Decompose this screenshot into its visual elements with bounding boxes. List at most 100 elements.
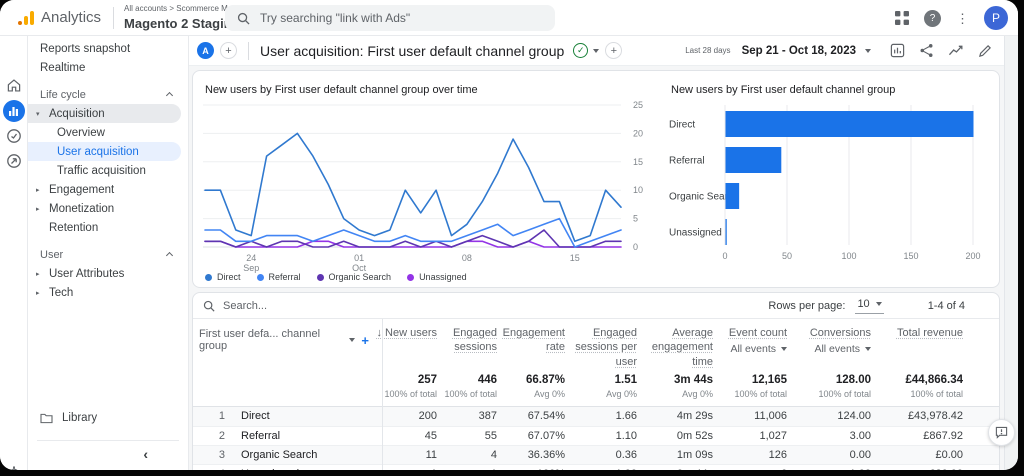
sidebar-item-user-attributes[interactable]: ▸User Attributes	[28, 264, 188, 283]
sort-column-total-revenue[interactable]: Total revenue	[897, 326, 963, 340]
table-row: 4Unassigned11100%1.000m 44s61.00£20.00	[193, 464, 999, 470]
cell-engagement-rate: 36.36%	[497, 449, 565, 461]
legend-item-unassigned: Unassigned	[407, 272, 467, 282]
segment-chip-all-users[interactable]: A	[197, 42, 214, 59]
edit-pencil-icon[interactable]	[978, 44, 992, 58]
date-range-preset-label: Last 28 days	[685, 46, 730, 55]
chevron-collapsed-icon: ▸	[36, 289, 49, 297]
column-header-average-engagement-time: Average engagement time	[637, 326, 713, 369]
sort-column-engaged-sessions[interactable]: Engaged sessions	[437, 326, 497, 355]
rows-per-page-select[interactable]: 10	[855, 297, 883, 314]
chevron-down-icon[interactable]	[593, 49, 599, 53]
sidebar-item-overview[interactable]: Overview	[28, 123, 188, 142]
totals-cell-engaged-sessions: 446100% of total	[437, 374, 497, 399]
divider	[37, 440, 179, 441]
date-range-value[interactable]: Sep 21 - Oct 18, 2023	[742, 45, 856, 57]
metric-filter-conversions[interactable]: All events	[814, 343, 871, 355]
sort-column-event-count[interactable]: Event count	[729, 326, 787, 340]
svg-text:100: 100	[841, 251, 856, 261]
svg-text:24: 24	[246, 253, 256, 263]
svg-text:15: 15	[570, 253, 580, 263]
sidebar-item-realtime[interactable]: Realtime	[28, 58, 188, 77]
explore-icon[interactable]	[6, 128, 22, 144]
column-header-event-count: Event count All events	[713, 326, 787, 355]
analytics-logo-icon[interactable]	[18, 11, 34, 25]
sidebar-collapse-button[interactable]: ‹	[28, 448, 188, 460]
cell-total-revenue: £0.00	[871, 449, 963, 461]
sort-column-average-engagement-time[interactable]: Average engagement time	[637, 326, 713, 369]
apps-grid-icon[interactable]	[895, 11, 909, 25]
svg-text:08: 08	[462, 253, 472, 263]
legend-dot-icon	[317, 274, 324, 281]
library-label: Library	[62, 412, 97, 424]
settings-gear-icon[interactable]	[6, 466, 21, 470]
row-dimension-cell: 1Direct	[199, 410, 381, 422]
svg-text:0: 0	[633, 242, 638, 252]
cell-conversions: 1.00	[787, 468, 871, 470]
sidebar-item-tech[interactable]: ▸Tech	[28, 283, 188, 302]
sidebar-section-life-cycle[interactable]: Life cycle	[28, 85, 188, 104]
sort-column-engagement-rate[interactable]: Engagement rate	[497, 326, 565, 355]
cell-event-count: 126	[713, 449, 787, 461]
line-chart-title: New users by First user default channel …	[205, 84, 478, 96]
cell-engaged-sessions: 4	[437, 449, 497, 461]
kebab-menu-icon[interactable]: ⋮	[956, 12, 969, 25]
sidebar-item-engagement[interactable]: ▸Engagement	[28, 180, 188, 199]
table-toolbar: Search... Rows per page: 10 1-4 of 4	[193, 293, 999, 319]
chevron-down-icon[interactable]	[865, 49, 871, 53]
report-valid-check-icon[interactable]: ✓	[573, 43, 588, 58]
column-header-engagement-rate: Engagement rate	[497, 326, 565, 355]
advertising-icon[interactable]	[6, 153, 22, 169]
add-comparison-button[interactable]: +	[220, 42, 237, 59]
customize-report-icon[interactable]	[890, 43, 905, 58]
feedback-bubble-icon	[995, 426, 1008, 439]
report-title: User acquisition: First user default cha…	[260, 43, 564, 59]
sidebar-section-user[interactable]: User	[28, 245, 188, 264]
legend-item-direct: Direct	[205, 272, 241, 282]
line-chart: 051015202524Sep01Oct0815	[201, 97, 653, 275]
search-bar[interactable]: Try searching "link with Ads"	[225, 5, 555, 31]
table-totals-row: 257100% of total446100% of total66.87%Av…	[193, 369, 999, 407]
insights-icon[interactable]	[948, 43, 964, 58]
dimension-column-header[interactable]: First user defa... channel group+	[199, 326, 381, 352]
avatar[interactable]: P	[984, 6, 1008, 30]
property-name: Magento 2 Staging	[124, 16, 240, 31]
help-icon[interactable]: ?	[924, 10, 941, 27]
cell-new-users: 45	[381, 430, 437, 442]
scrollbar-rail[interactable]	[1004, 36, 1018, 470]
row-dimension-cell: 4Unassigned	[199, 468, 381, 470]
column-divider	[382, 319, 383, 470]
chevron-down-icon	[349, 338, 355, 342]
sidebar-item-reports-snapshot[interactable]: Reports snapshot	[28, 39, 188, 58]
add-dimension-button[interactable]: +	[361, 333, 369, 348]
feedback-button[interactable]	[988, 419, 1015, 446]
legend-item-organic-search: Organic Search	[317, 272, 392, 282]
sidebar-item-traffic-acquisition[interactable]: Traffic acquisition	[28, 161, 188, 180]
svg-text:15: 15	[633, 157, 643, 167]
svg-text:25: 25	[633, 100, 643, 110]
reports-icon[interactable]	[3, 100, 25, 122]
svg-text:150: 150	[903, 251, 918, 261]
sort-column-engaged-sessions-per-user[interactable]: Engaged sessions per user	[565, 326, 637, 369]
table-row: 3Organic Search11436.36%0.361m 09s1260.0…	[193, 445, 999, 464]
legend-dot-icon	[257, 274, 264, 281]
sidebar-item-acquisition[interactable]: ▾Acquisition	[28, 104, 181, 123]
sidebar-item-monetization[interactable]: ▸Monetization	[28, 199, 188, 218]
add-report-element-button[interactable]: +	[605, 42, 622, 59]
sort-column-new-users[interactable]: ↓ New users	[376, 326, 437, 340]
home-icon[interactable]	[6, 78, 21, 93]
analytics-window: Analytics All accounts > Scommerce Mage …	[0, 0, 1018, 470]
sort-column-conversions[interactable]: Conversions	[810, 326, 871, 340]
sidebar-item-user-acquisition[interactable]: User acquisition	[28, 142, 181, 161]
sidebar-item-library[interactable]: Library	[28, 408, 188, 428]
sidebar-item-retention[interactable]: Retention	[28, 218, 188, 237]
svg-text:Direct: Direct	[669, 120, 695, 131]
table-search-input[interactable]: Search...	[223, 300, 267, 312]
bar-chart-title: New users by First user default channel …	[671, 84, 895, 96]
cell-conversions: 0.00	[787, 449, 871, 461]
nav-icon-rail	[0, 36, 28, 470]
share-icon[interactable]	[919, 43, 934, 58]
svg-text:20: 20	[633, 128, 643, 138]
column-header-new-users: ↓ New users	[381, 326, 437, 340]
metric-filter-event-count[interactable]: All events	[730, 343, 787, 355]
